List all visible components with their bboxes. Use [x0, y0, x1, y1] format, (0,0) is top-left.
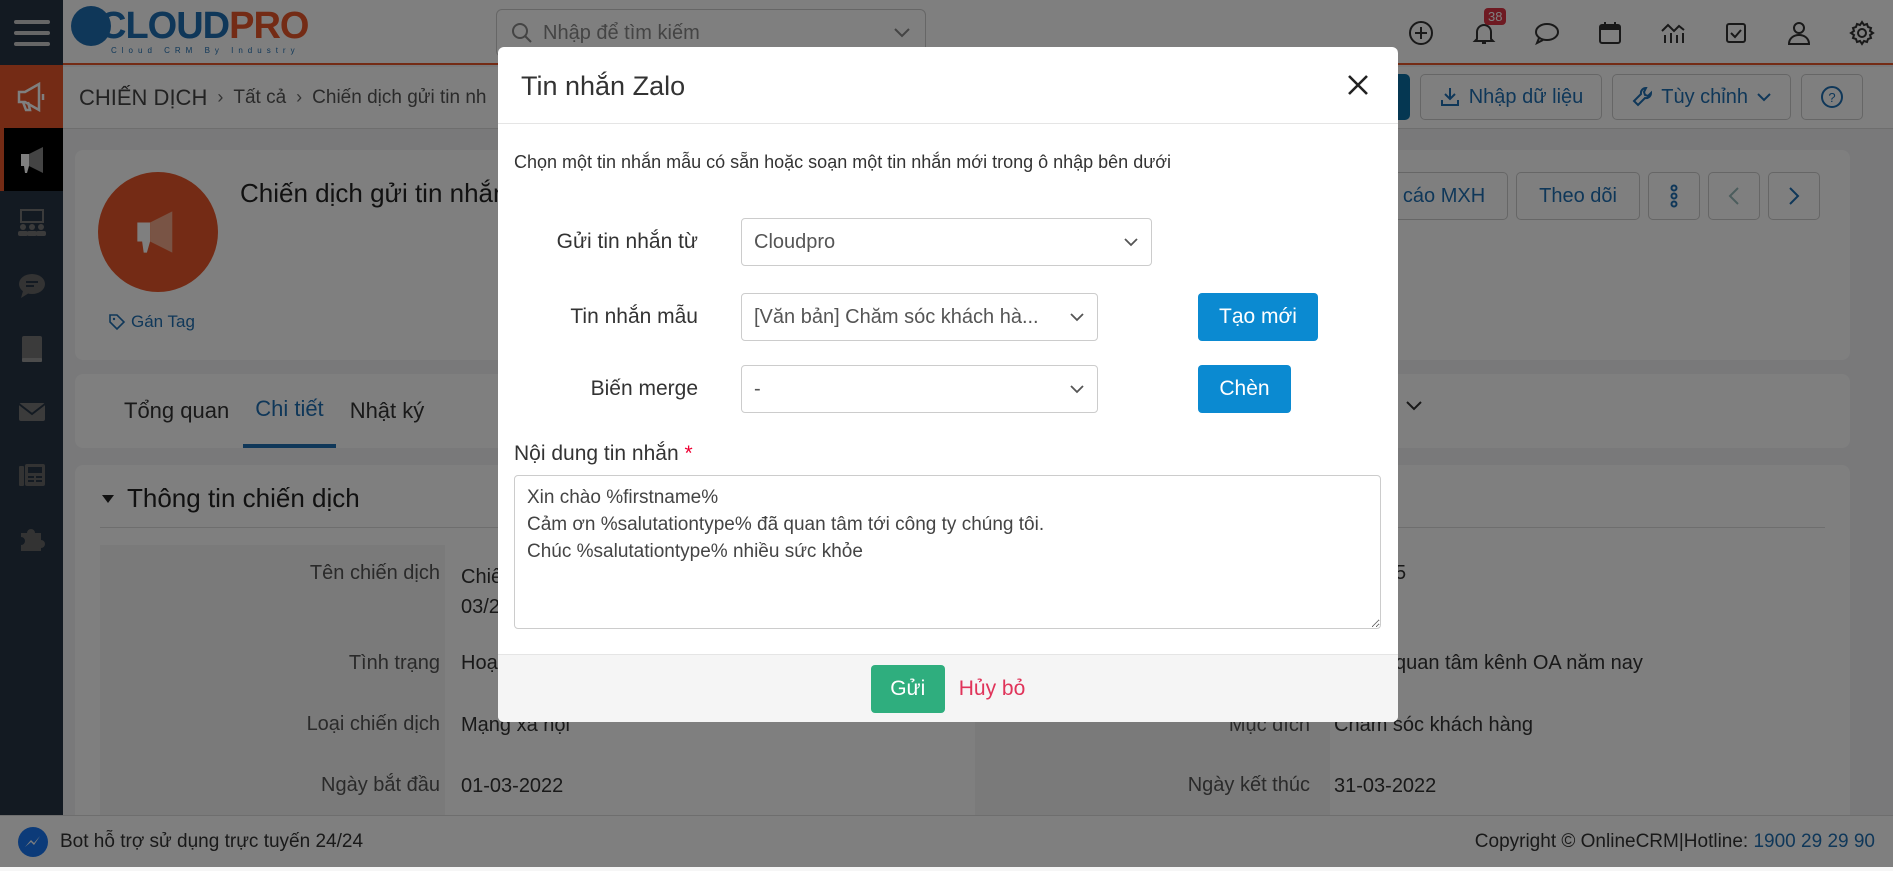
insert-merge-button[interactable]: Chèn — [1198, 365, 1291, 413]
app-root: CLOUDPRO Cloud CRM By Industry Nhập để t… — [0, 0, 1893, 871]
template-value: [Văn bản] Chăm sóc khách hà... — [754, 305, 1039, 328]
modal-body: Chọn một tin nhắn mẫu có sẵn hoặc soạn m… — [498, 124, 1398, 654]
chevron-down-icon — [1070, 313, 1084, 322]
modal-footer: Gửi Hủy bỏ — [498, 654, 1398, 722]
merge-field-label: Biến merge — [590, 377, 698, 400]
bottom-strip — [0, 867, 1893, 871]
send-from-select[interactable]: Cloudpro — [741, 218, 1152, 266]
chevron-down-icon — [1124, 238, 1138, 247]
merge-field-select[interactable]: - — [741, 365, 1098, 413]
create-template-button[interactable]: Tạo mới — [1198, 293, 1318, 341]
message-content-label-text: Nội dung tin nhắn — [514, 442, 679, 465]
send-from-label: Gửi tin nhắn từ — [556, 230, 698, 253]
message-content-textarea[interactable]: Xin chào %firstname% Cảm ơn %salutationt… — [514, 475, 1381, 629]
modal-title: Tin nhắn Zalo — [521, 71, 686, 101]
zalo-message-modal: Tin nhắn Zalo Chọn một tin nhắn mẫu có s… — [498, 47, 1398, 722]
message-content-label: Nội dung tin nhắn * — [514, 442, 693, 466]
chevron-down-icon — [1070, 385, 1084, 394]
required-indicator: * — [684, 442, 693, 465]
close-icon — [1348, 75, 1368, 95]
send-from-value: Cloudpro — [754, 230, 836, 253]
send-button[interactable]: Gửi — [870, 664, 945, 713]
modal-hint: Chọn một tin nhắn mẫu có sẵn hoặc soạn m… — [514, 152, 1172, 172]
close-button[interactable] — [1340, 67, 1376, 103]
template-label: Tin nhắn mẫu — [570, 305, 698, 328]
template-select[interactable]: [Văn bản] Chăm sóc khách hà... — [741, 293, 1098, 341]
merge-field-value: - — [754, 377, 761, 400]
modal-header: Tin nhắn Zalo — [498, 47, 1398, 124]
cancel-button[interactable]: Hủy bỏ — [959, 677, 1026, 701]
